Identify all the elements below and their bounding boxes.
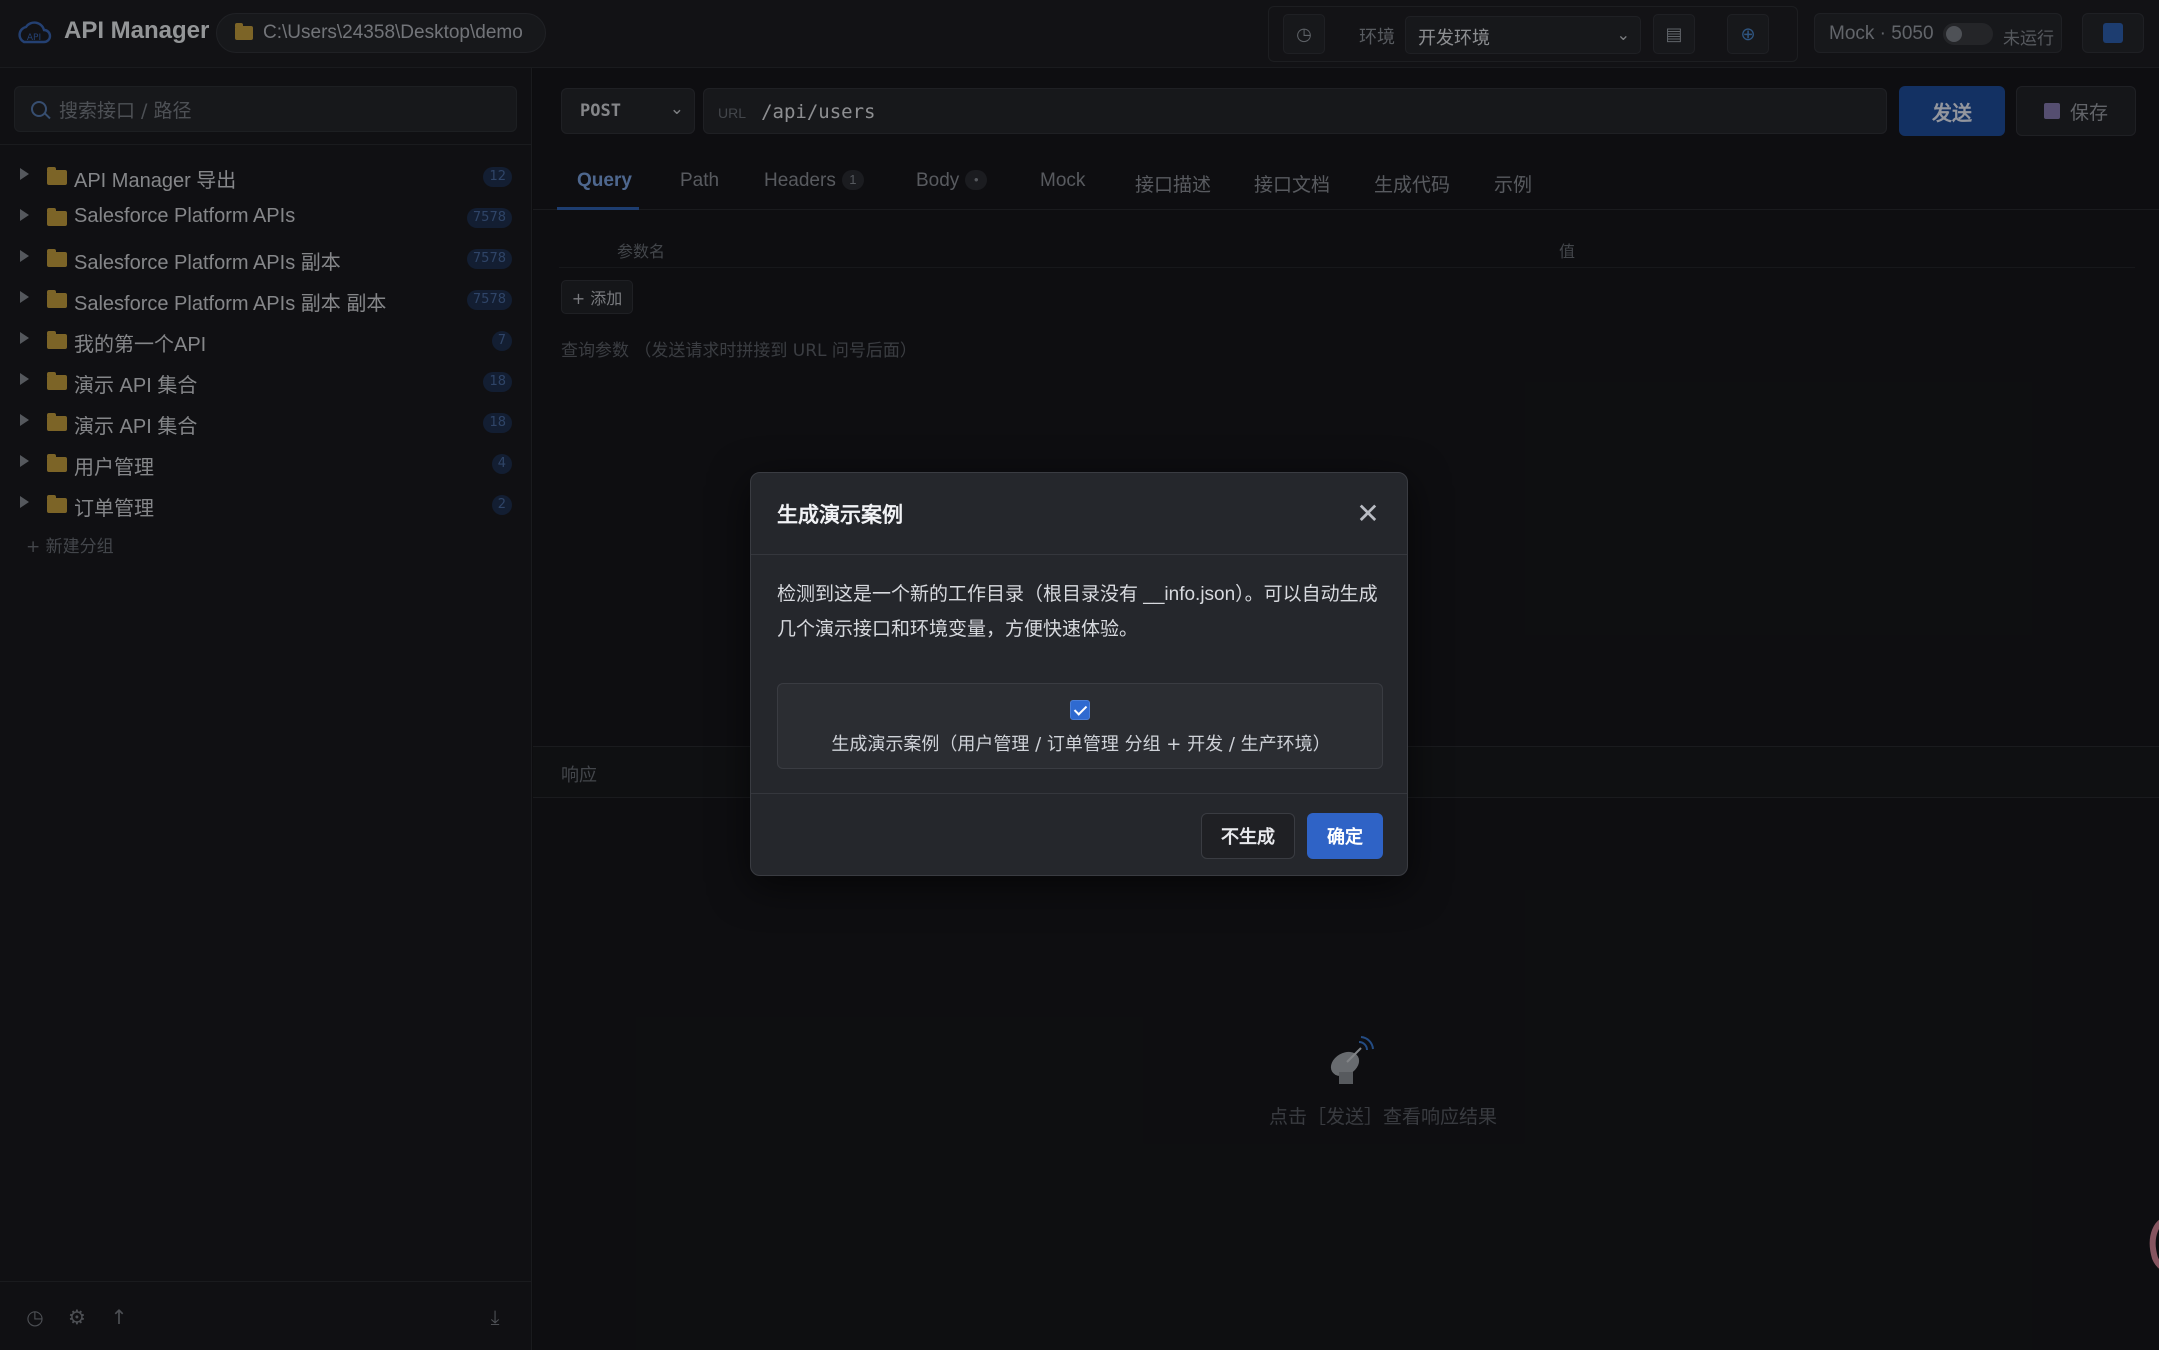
app-window: API API Manager C:\Users\24358\Desktop\d… <box>0 0 2159 1350</box>
close-icon[interactable]: ✕ <box>1351 497 1385 531</box>
cancel-button[interactable]: 不生成 <box>1201 813 1295 859</box>
generate-demo-dialog: 生成演示案例 ✕ 检测到这是一个新的工作目录（根目录没有 __info.json… <box>750 472 1408 876</box>
generate-demo-option-label: 生成演示案例（用户管理 / 订单管理 分组 + 开发 / 生产环境） <box>831 734 1331 755</box>
generate-demo-checkbox[interactable] <box>1070 700 1090 720</box>
confirm-button[interactable]: 确定 <box>1307 813 1383 859</box>
generate-demo-option[interactable]: 生成演示案例（用户管理 / 订单管理 分组 + 开发 / 生产环境） <box>777 683 1383 769</box>
divider <box>751 793 1407 794</box>
dialog-message: 检测到这是一个新的工作目录（根目录没有 __info.json）。可以自动生成几… <box>777 584 1378 640</box>
dialog-header: 生成演示案例 ✕ <box>751 473 1407 555</box>
dialog-title: 生成演示案例 <box>777 503 903 527</box>
